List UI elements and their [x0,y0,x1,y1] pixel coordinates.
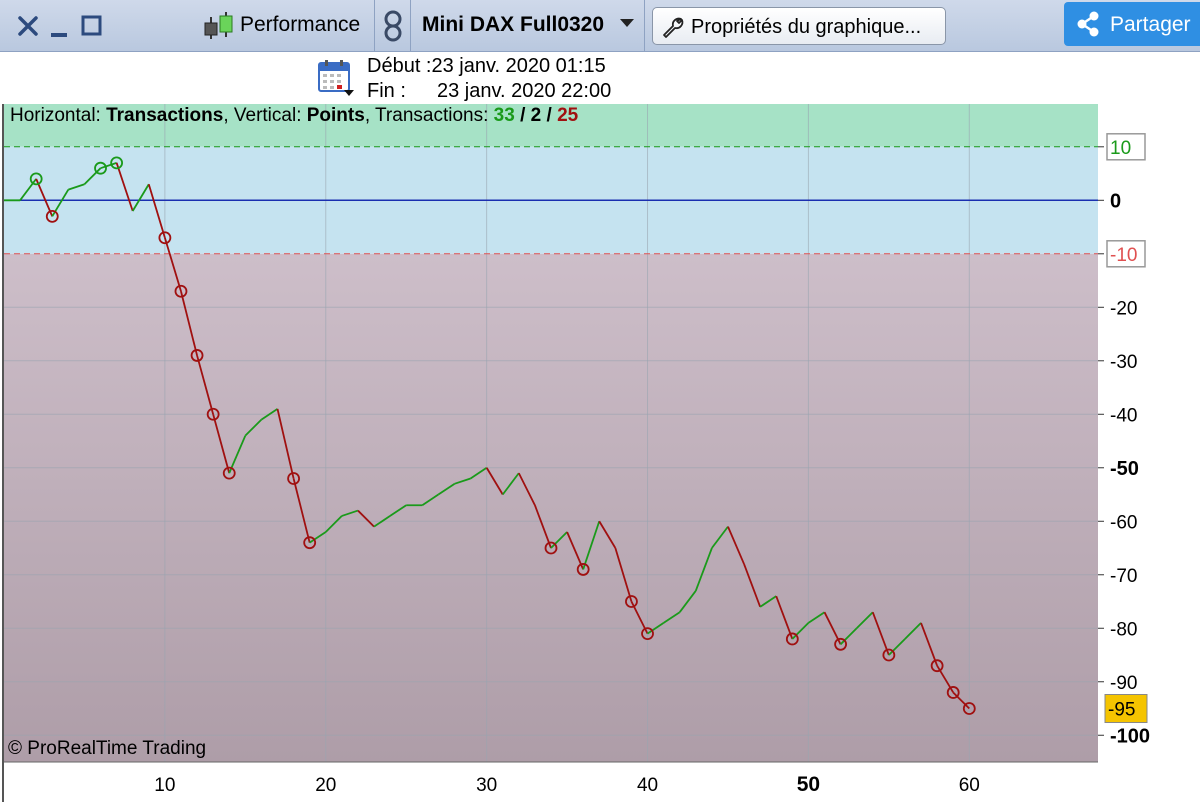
y-tick-label: 0 [1110,190,1121,212]
losing-count: 25 [557,105,579,126]
y-tick-label: -90 [1110,673,1137,694]
chart-info-bar: Horizontal: Transactions, Vertical: Poin… [10,105,578,127]
vertical-label: , Vertical: [223,105,307,126]
y-tick-label: -100 [1110,725,1150,747]
transactions-label: , Transactions: [364,105,494,126]
y-tick-label: -60 [1110,512,1137,533]
x-tick-label: 10 [154,775,175,796]
count-separator: / [541,105,558,126]
y-tick-label: -40 [1110,405,1137,426]
x-tick-label: 20 [315,775,336,796]
x-tick-label: 60 [959,775,980,796]
y-tick-label: -30 [1110,352,1137,373]
copyright-text: © ProRealTime Trading [8,738,207,759]
lower-zone [4,253,1098,762]
horizontal-label: Horizontal: [10,105,107,126]
neutral-count: 2 [530,105,542,126]
count-separator: / [514,105,531,126]
y-tick-label: -70 [1110,566,1137,587]
winning-count: 33 [493,105,515,126]
horizontal-value: Transactions [106,105,224,126]
y-tick-label: -50 [1110,458,1139,480]
y-tick-label: -20 [1110,298,1137,319]
x-tick-label: 40 [637,775,658,796]
x-tick-label: 50 [797,773,820,796]
last-value-label: -95 [1108,700,1135,721]
x-tick-label: 30 [476,775,497,796]
vertical-value: Points [306,105,365,126]
y-tick-label: -80 [1110,619,1137,640]
y-tick-label: 10 [1110,138,1131,159]
y-tick-label: -10 [1110,245,1137,266]
